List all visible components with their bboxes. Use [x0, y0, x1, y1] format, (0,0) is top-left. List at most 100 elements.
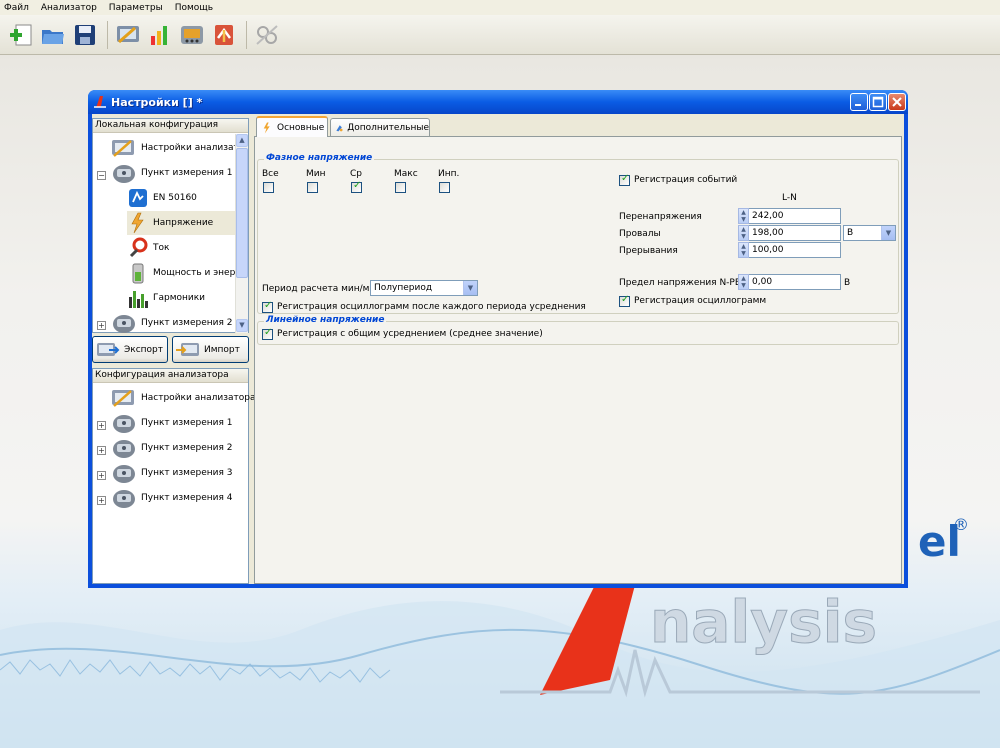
tree-item-label: Настройки анализат...	[141, 143, 248, 153]
stepper-updown-icon[interactable]: ▲ ▼	[738, 225, 749, 241]
toolbar	[0, 15, 1000, 55]
maximize-button[interactable]	[869, 93, 887, 111]
disconnect-button[interactable]	[252, 20, 282, 50]
export-button[interactable]: Экспорт	[92, 336, 168, 363]
measurement-point-icon	[113, 465, 135, 483]
check-all[interactable]	[263, 182, 274, 193]
tree-item-en50160[interactable]: EN 50160	[127, 186, 197, 210]
dips-unit-select[interactable]: В ▼	[843, 225, 896, 241]
stepper-updown-icon[interactable]: ▲ ▼	[738, 274, 749, 290]
transfer-icon	[215, 24, 233, 45]
tree-item-label: Пункт измерения 3	[141, 468, 233, 478]
osc-registration-checkbox[interactable]	[619, 294, 630, 307]
minimize-icon	[855, 104, 861, 106]
interruptions-value[interactable]: 100,00	[749, 242, 841, 258]
dips-value[interactable]: 198,00	[749, 225, 841, 241]
tree-item-label: Гармоники	[153, 293, 206, 303]
measurement-point-icon	[113, 440, 135, 458]
config-button[interactable]	[113, 20, 143, 50]
npe-limit-stepper[interactable]: ▲ ▼ 0,00	[738, 274, 841, 290]
interruptions-label: Прерывания	[619, 246, 678, 256]
voltage-icon	[263, 122, 270, 133]
tree-item-analyzer-settings[interactable]: Настройки анализатора	[111, 386, 255, 410]
expand-toggle[interactable]: +	[97, 471, 106, 480]
tree-scrollbar[interactable]: ▲ ▼	[235, 134, 248, 333]
open-button[interactable]	[38, 20, 68, 50]
column-header-ln: L-N	[782, 193, 797, 203]
check-min[interactable]	[307, 182, 318, 193]
osc-after-period-checkbox[interactable]	[262, 300, 273, 313]
measurement-point-icon	[113, 490, 135, 508]
menu-file[interactable]: Файл	[4, 3, 29, 13]
stepper-updown-icon[interactable]: ▲ ▼	[738, 242, 749, 258]
tree-item-point-3[interactable]: Пункт измерения 3	[111, 461, 232, 485]
tree-item-point-2[interactable]: Пункт измерения 2	[111, 436, 232, 460]
tree-item-power-energy[interactable]: Мощность и энер...	[127, 261, 244, 285]
event-registration-checkbox[interactable]	[619, 173, 630, 186]
menu-help[interactable]: Помощь	[175, 3, 213, 13]
overvoltage-value[interactable]: 242,00	[749, 208, 841, 224]
check-inp[interactable]	[439, 182, 450, 193]
analyzer-settings-icon	[112, 390, 134, 407]
transfer-button[interactable]	[209, 20, 239, 50]
new-button[interactable]	[6, 20, 36, 50]
settings-window: Настройки [] * Локальная конфигурация На…	[88, 90, 908, 588]
tree-item-point-1[interactable]: Пункт измерения 1	[111, 411, 232, 435]
save-button[interactable]	[70, 20, 100, 50]
tree-item-label: Мощность и энер...	[153, 268, 244, 278]
period-value: Полупериод	[374, 283, 433, 293]
overvoltage-label: Перенапряжения	[619, 212, 702, 222]
tab-advanced[interactable]: Дополнительные	[330, 118, 430, 137]
stepper-updown-icon[interactable]: ▲ ▼	[738, 208, 749, 224]
phase-voltage-group: Фазное напряжение Все Мин Ср Макс Инп. П…	[257, 153, 899, 314]
npe-limit-value[interactable]: 0,00	[749, 274, 841, 290]
dips-stepper[interactable]: ▲ ▼ 198,00	[738, 225, 841, 241]
registered-mark: ®	[953, 515, 969, 534]
npe-limit-unit: В	[844, 278, 851, 288]
menu-parameters[interactable]: Параметры	[109, 3, 163, 13]
period-select[interactable]: Полупериод ▼	[370, 280, 478, 296]
tree-item-point-4[interactable]: Пункт измерения 4	[111, 486, 232, 510]
tree-item-voltage[interactable]: Напряжение	[127, 211, 237, 235]
close-button[interactable]	[888, 93, 906, 111]
chevron-down-icon[interactable]: ▼	[463, 281, 477, 295]
check-max[interactable]	[395, 182, 406, 193]
tree-item-point-2[interactable]: Пункт измерения 2	[111, 311, 232, 335]
expand-toggle[interactable]: +	[97, 321, 106, 330]
expand-toggle[interactable]: +	[97, 421, 106, 430]
expand-toggle[interactable]: +	[97, 496, 106, 505]
scroll-down-icon[interactable]: ▼	[236, 319, 248, 332]
tree-item-current[interactable]: Ток	[127, 236, 169, 260]
overvoltage-stepper[interactable]: ▲ ▼ 242,00	[738, 208, 841, 224]
check-avg[interactable]	[351, 180, 362, 193]
tree-item-analyzer-settings[interactable]: Настройки анализат...	[111, 136, 247, 160]
dips-unit: В	[847, 228, 854, 238]
expand-toggle[interactable]: +	[97, 446, 106, 455]
check-min-label: Мин	[306, 169, 326, 179]
chart-button[interactable]	[145, 20, 175, 50]
scroll-thumb[interactable]	[236, 148, 248, 278]
chevron-down-icon[interactable]: ▼	[881, 226, 895, 240]
osc-registration-label: Регистрация осциллограмм	[634, 296, 767, 306]
collapse-toggle[interactable]: −	[97, 171, 106, 180]
minimize-button[interactable]	[850, 93, 868, 111]
interruptions-stepper[interactable]: ▲ ▼ 100,00	[738, 242, 841, 258]
tree-item-harmonics[interactable]: Гармоники	[127, 286, 205, 310]
common-avg-checkbox[interactable]	[262, 327, 273, 340]
menu-analyzer[interactable]: Анализатор	[41, 3, 97, 13]
window-titlebar[interactable]: Настройки [] *	[88, 90, 908, 114]
config-icon	[117, 25, 139, 43]
import-button[interactable]: Импорт	[172, 336, 249, 363]
check-inp-label: Инп.	[438, 169, 460, 179]
scroll-up-icon[interactable]: ▲	[236, 134, 248, 147]
check-avg-label: Ср	[350, 169, 362, 179]
tree-item-point-1[interactable]: Пункт измерения 1	[111, 161, 232, 185]
tab-label: Дополнительные	[347, 123, 429, 133]
voltage-icon	[131, 212, 144, 234]
tab-basic[interactable]: Основные	[256, 116, 328, 137]
analyzer-button[interactable]	[177, 20, 207, 50]
export-label: Экспорт	[124, 344, 164, 355]
check-all-label: Все	[262, 169, 279, 179]
tab-content-basic: Фазное напряжение Все Мин Ср Макс Инп. П…	[254, 136, 902, 584]
en50160-icon	[129, 189, 147, 207]
